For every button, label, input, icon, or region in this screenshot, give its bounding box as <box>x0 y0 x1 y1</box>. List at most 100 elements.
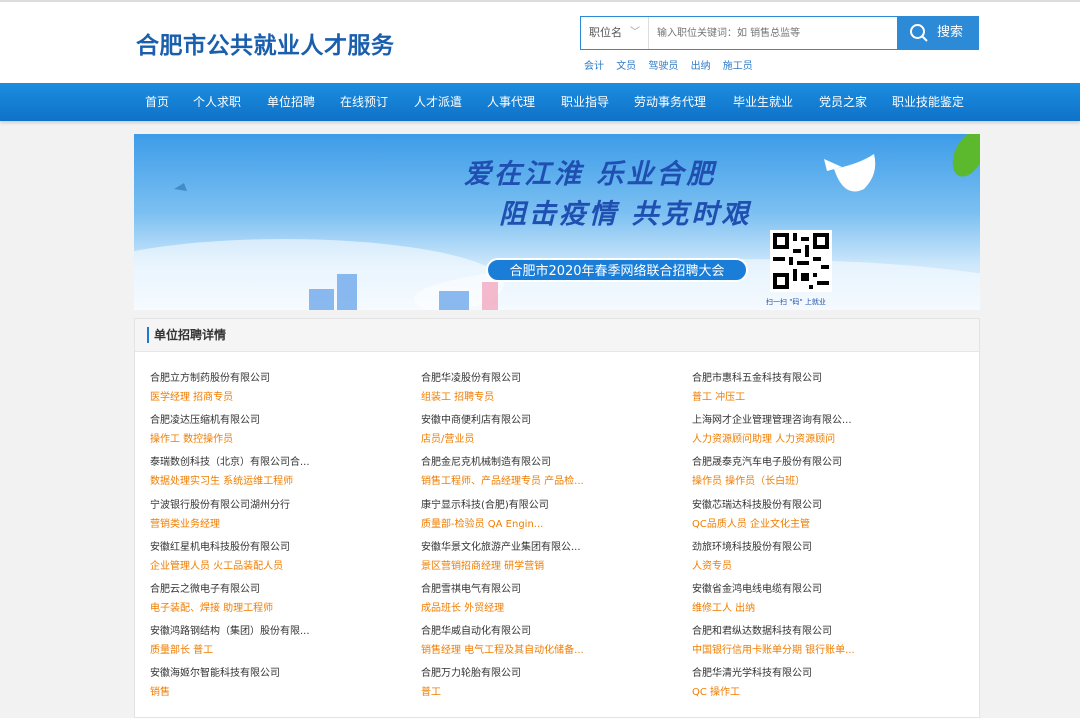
company-jobs-link[interactable]: QC品质人员 企业文化主管 <box>692 515 952 530</box>
leaf-icon <box>952 134 980 177</box>
company-item: 安徽芯瑞达科技股份有限公司 QC品质人员 企业文化主管 <box>692 496 952 536</box>
company-name-link[interactable]: 合肥华威自动化有限公司 <box>421 622 681 637</box>
chevron-down-icon: ﹀ <box>630 27 640 38</box>
company-name-link[interactable]: 安徽省金鸿电线电缆有限公司 <box>692 580 952 595</box>
header-accent-bar <box>147 327 149 343</box>
main-nav: 首页 个人求职 单位招聘 在线预订 人才派遣 人事代理 职业指导 劳动事务代理 … <box>0 83 1080 121</box>
company-jobs-link[interactable]: 维修工人 出纳 <box>692 599 952 614</box>
hot-keyword[interactable]: 出纳 <box>691 61 711 72</box>
search-input[interactable] <box>651 17 896 49</box>
company-item: 劲旅环境科技股份有限公司 人资专员 <box>692 538 952 578</box>
company-name-link[interactable]: 安徽红星机电科技股份有限公司 <box>150 538 410 553</box>
search-button-label: 搜索 <box>937 25 964 40</box>
company-name-link[interactable]: 合肥晟泰克汽车电子股份有限公司 <box>692 453 952 468</box>
company-jobs-link[interactable]: 质量部-检验员 QA Engin... <box>421 515 681 530</box>
site-logo[interactable]: 合肥市公共就业人才服务 <box>136 26 395 60</box>
company-jobs-link[interactable]: 人资专员 <box>692 557 952 572</box>
company-jobs-link[interactable]: 组装工 招聘专员 <box>421 388 681 403</box>
promo-banner[interactable]: 爱在江淮 乐业合肥 阻击疫情 共克时艰 合肥市2020年春季网络联合招聘大会 扫… <box>134 134 980 310</box>
nav-item-skill-appraisal[interactable]: 职业技能鉴定 <box>892 83 964 121</box>
nav-item-recruitment[interactable]: 单位招聘 <box>267 83 315 121</box>
company-item: 合肥市惠科五金科技有限公司 普工 冲压工 <box>692 369 952 409</box>
company-jobs-link[interactable]: 操作工 数控操作员 <box>150 430 410 445</box>
company-jobs-link[interactable]: 销售经理 电气工程及其自动化储备... <box>421 641 681 656</box>
nav-item-booking[interactable]: 在线预订 <box>340 83 388 121</box>
company-item: 合肥金尼克机械制造有限公司 销售工程师、产品经理专员 产品检... <box>421 453 681 493</box>
hot-keyword[interactable]: 驾驶员 <box>648 61 678 72</box>
dove-icon <box>824 154 876 192</box>
company-jobs-link[interactable]: 景区营销招商经理 研学营销 <box>421 557 681 572</box>
company-name-link[interactable]: 安徽海姬尔智能科技有限公司 <box>150 664 410 679</box>
company-item: 合肥雪祺电气有限公司 成品班长 外贸经理 <box>421 580 681 620</box>
company-jobs-link[interactable]: 数据处理实习生 系统运维工程师 <box>150 472 410 487</box>
company-jobs-link[interactable]: 操作员 操作员（长白班） <box>692 472 952 487</box>
qr-caption: 扫一扫 "码" 上就业 <box>766 298 826 306</box>
company-name-link[interactable]: 劲旅环境科技股份有限公司 <box>692 538 952 553</box>
company-name-link[interactable]: 安徽芯瑞达科技股份有限公司 <box>692 496 952 511</box>
company-item: 安徽海姬尔智能科技有限公司 销售 <box>150 664 410 704</box>
company-name-link[interactable]: 泰瑞数创科技（北京）有限公司合... <box>150 453 410 468</box>
company-item: 安徽华景文化旅游产业集团有限公... 景区营销招商经理 研学营销 <box>421 538 681 578</box>
nav-item-home[interactable]: 首页 <box>145 83 169 121</box>
nav-item-career-guidance[interactable]: 职业指导 <box>561 83 609 121</box>
company-jobs-link[interactable]: 成品班长 外贸经理 <box>421 599 681 614</box>
company-name-link[interactable]: 安徽鸿路钢结构（集团）股份有限... <box>150 622 410 637</box>
company-jobs-link[interactable]: 销售工程师、产品经理专员 产品检... <box>421 472 681 487</box>
company-name-link[interactable]: 合肥金尼克机械制造有限公司 <box>421 453 681 468</box>
company-item: 合肥凌达压缩机有限公司 操作工 数控操作员 <box>150 411 410 451</box>
nav-item-dispatch[interactable]: 人才派遣 <box>414 83 462 121</box>
panel-header: 单位招聘详情 <box>135 319 979 352</box>
company-name-link[interactable]: 合肥凌达压缩机有限公司 <box>150 411 410 426</box>
company-name-link[interactable]: 安徽中商便利店有限公司 <box>421 411 681 426</box>
site-header: 合肥市公共就业人才服务 职位名 ﹀ 搜索 会计 文员 驾驶员 出纳 施工员 <box>0 2 1080 83</box>
company-jobs-link[interactable]: 人力资源顾问助理 人力资源顾问 <box>692 430 952 445</box>
hot-keywords: 会计 文员 驾驶员 出纳 施工员 <box>584 57 762 72</box>
company-name-link[interactable]: 宁波银行股份有限公司湖州分行 <box>150 496 410 511</box>
company-jobs-link[interactable]: 中国银行信用卡账单分期 银行账单... <box>692 641 952 656</box>
company-name-link[interactable]: 合肥和君纵达数据科技有限公司 <box>692 622 952 637</box>
search-category-select[interactable]: 职位名 ﹀ <box>581 17 649 49</box>
nav-item-labor-affairs[interactable]: 劳动事务代理 <box>634 83 706 121</box>
company-jobs-link[interactable]: 企业管理人员 火工品装配人员 <box>150 557 410 572</box>
company-item: 合肥云之微电子有限公司 电子装配、焊接 助理工程师 <box>150 580 410 620</box>
company-name-link[interactable]: 合肥华清光学科技有限公司 <box>692 664 952 679</box>
company-jobs-link[interactable]: 销售 <box>150 683 410 698</box>
company-jobs-link[interactable]: 店员/营业员 <box>421 430 681 445</box>
company-name-link[interactable]: 合肥市惠科五金科技有限公司 <box>692 369 952 384</box>
company-item: 安徽中商便利店有限公司 店员/营业员 <box>421 411 681 451</box>
company-listing-panel: 单位招聘详情 合肥立方制药股份有限公司 医学经理 招商专员 合肥华凌股份有限公司 组装… <box>134 318 980 718</box>
company-item: 泰瑞数创科技（北京）有限公司合... 数据处理实习生 系统运维工程师 <box>150 453 410 493</box>
company-jobs-link[interactable]: 普工 <box>421 683 681 698</box>
nav-item-party-members[interactable]: 党员之家 <box>819 83 867 121</box>
company-jobs-link[interactable]: 医学经理 招商专员 <box>150 388 410 403</box>
company-jobs-link[interactable]: 营销类业务经理 <box>150 515 410 530</box>
company-jobs-link[interactable]: 质量部长 普工 <box>150 641 410 656</box>
company-name-link[interactable]: 康宁显示科技(合肥)有限公司 <box>421 496 681 511</box>
hot-keyword[interactable]: 会计 <box>584 61 604 72</box>
company-item: 合肥华清光学科技有限公司 QC 操作工 <box>692 664 952 704</box>
company-jobs-link[interactable]: 普工 冲压工 <box>692 388 952 403</box>
company-name-link[interactable]: 合肥万力轮胎有限公司 <box>421 664 681 679</box>
hot-keyword[interactable]: 施工员 <box>723 61 753 72</box>
company-name-link[interactable]: 上海网才企业管理管理咨询有限公... <box>692 411 952 426</box>
nav-item-graduates[interactable]: 毕业生就业 <box>733 83 793 121</box>
qr-code-icon <box>770 230 832 292</box>
search-icon <box>910 24 928 42</box>
company-item: 合肥万力轮胎有限公司 普工 <box>421 664 681 704</box>
company-name-link[interactable]: 合肥雪祺电气有限公司 <box>421 580 681 595</box>
company-item: 宁波银行股份有限公司湖州分行 营销类业务经理 <box>150 496 410 536</box>
company-item: 合肥和君纵达数据科技有限公司 中国银行信用卡账单分期 银行账单... <box>692 622 952 662</box>
company-name-link[interactable]: 合肥立方制药股份有限公司 <box>150 369 410 384</box>
search-bar: 职位名 ﹀ 搜索 <box>580 16 979 50</box>
company-item: 合肥华凌股份有限公司 组装工 招聘专员 <box>421 369 681 409</box>
company-name-link[interactable]: 合肥云之微电子有限公司 <box>150 580 410 595</box>
company-name-link[interactable]: 安徽华景文化旅游产业集团有限公... <box>421 538 681 553</box>
company-name-link[interactable]: 合肥华凌股份有限公司 <box>421 369 681 384</box>
hot-keyword[interactable]: 文员 <box>616 61 636 72</box>
search-button[interactable]: 搜索 <box>897 16 979 50</box>
nav-item-personnel-agency[interactable]: 人事代理 <box>487 83 535 121</box>
company-jobs-link[interactable]: QC 操作工 <box>692 683 952 698</box>
company-item: 安徽省金鸿电线电缆有限公司 维修工人 出纳 <box>692 580 952 620</box>
nav-item-job-seeking[interactable]: 个人求职 <box>193 83 241 121</box>
company-jobs-link[interactable]: 电子装配、焊接 助理工程师 <box>150 599 410 614</box>
